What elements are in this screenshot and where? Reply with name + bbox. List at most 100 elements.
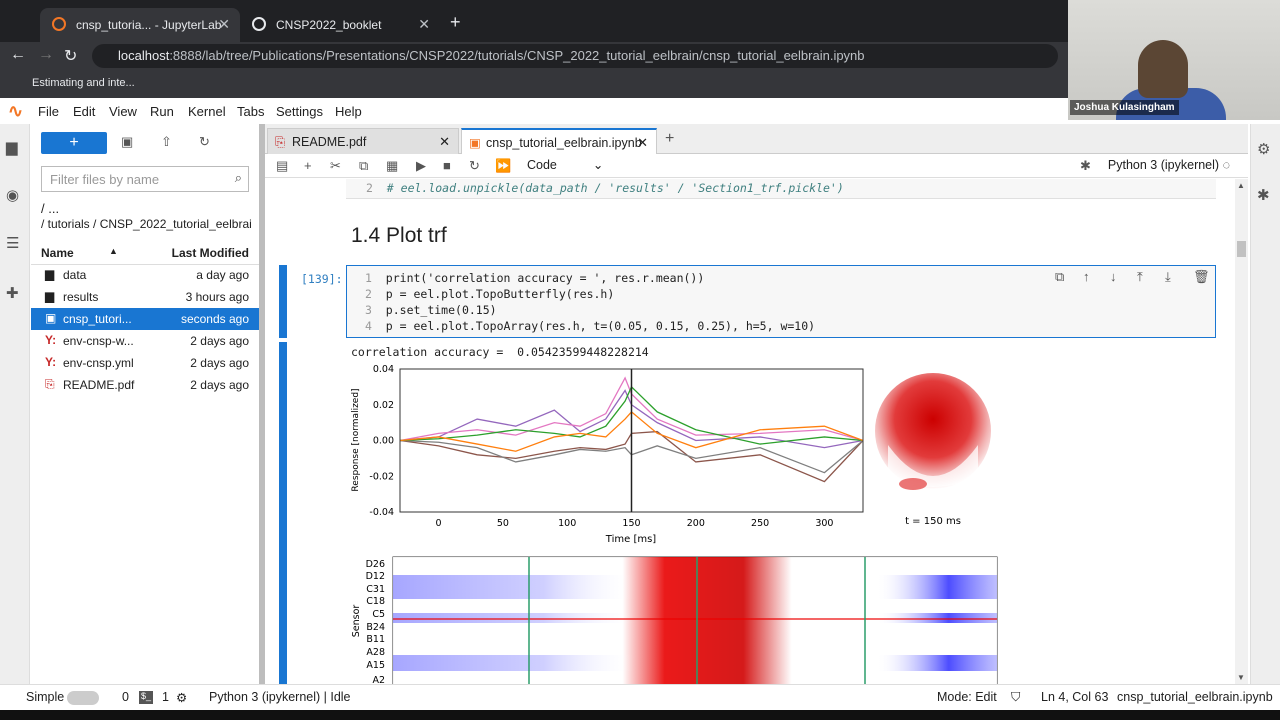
- url-field[interactable]: localhost:8888/lab/tree/Publications/Pre…: [92, 44, 1058, 68]
- terminal-count[interactable]: 0: [122, 690, 129, 704]
- x-tick-label: 150: [622, 518, 640, 529]
- menu-settings[interactable]: Settings: [276, 104, 323, 119]
- file-row-readme[interactable]: ⎘ README.pdf 2 days ago: [31, 374, 259, 396]
- close-tab-icon[interactable]: ✕: [637, 135, 648, 151]
- menu-kernel[interactable]: Kernel: [188, 104, 226, 119]
- restart-icon[interactable]: ↻: [469, 158, 480, 174]
- forward-icon[interactable]: →: [38, 46, 54, 64]
- col-modified-header[interactable]: Last Modified: [172, 246, 249, 260]
- browser-tab-bar: cnsp_tutoria... - JupyterLab ✕ CNSP2022_…: [0, 0, 1068, 42]
- x-tick-label: 50: [497, 518, 509, 529]
- edit-mode: Mode: Edit: [937, 690, 997, 704]
- breadcrumb-path[interactable]: / tutorials / CNSP_2022_tutorial_eelbrai: [41, 217, 256, 231]
- scrollbar-thumb[interactable]: [1237, 241, 1246, 257]
- active-cell-bar[interactable]: [279, 265, 287, 338]
- kernel-status-icon: ◌: [1222, 158, 1230, 172]
- vertical-scrollbar[interactable]: ▲ ▼: [1235, 179, 1248, 684]
- add-tab-icon[interactable]: +: [665, 130, 674, 148]
- save-icon[interactable]: ▤: [276, 158, 288, 174]
- previous-cell[interactable]: 2 # eel.load.unpickle(data_path / 'resul…: [346, 179, 1216, 199]
- globe-icon: [252, 17, 266, 31]
- kernel-icon[interactable]: ⚙: [176, 690, 187, 705]
- y-tick-label: 0.00: [373, 436, 394, 447]
- close-tab-icon[interactable]: ✕: [439, 134, 450, 150]
- file-modified: 2 days ago: [190, 334, 249, 348]
- browser-tab-jupyter[interactable]: cnsp_tutoria... - JupyterLab ✕: [40, 8, 240, 42]
- kernel-count[interactable]: 1: [162, 690, 169, 704]
- insert-below-icon[interactable]: ⤓: [1165, 269, 1171, 285]
- breadcrumb-root[interactable]: / ...: [41, 201, 59, 216]
- duplicate-cell-icon[interactable]: ⧉: [1055, 269, 1064, 285]
- line-number: 2: [365, 287, 372, 301]
- line-number: 4: [365, 319, 372, 333]
- paste-icon[interactable]: ▦: [386, 158, 398, 174]
- scroll-down-icon[interactable]: ▼: [1237, 673, 1245, 682]
- debugger-icon[interactable]: ✱: [1257, 186, 1275, 204]
- file-row-data[interactable]: ▆ data a day ago: [31, 264, 259, 286]
- menu-edit[interactable]: Edit: [73, 104, 95, 119]
- new-tab-icon[interactable]: +: [450, 12, 461, 33]
- topomap-time-label: t = 150 ms: [905, 516, 961, 527]
- new-folder-icon[interactable]: ▣: [121, 134, 133, 150]
- filter-files-input[interactable]: Filter files by name ⌕: [41, 166, 249, 192]
- y-tick-label: -0.02: [369, 471, 394, 482]
- menu-view[interactable]: View: [109, 104, 137, 119]
- menu-help[interactable]: Help: [335, 104, 362, 119]
- tab-notebook[interactable]: ▣ cnsp_tutorial_eelbrain.ipynb ✕: [461, 128, 657, 154]
- back-icon[interactable]: ←: [10, 46, 26, 64]
- file-modified: seconds ago: [180, 312, 249, 326]
- right-sidebar-strip: ⚙ ✱: [1250, 124, 1280, 684]
- file-name: env-cnsp.yml: [63, 356, 134, 370]
- cursor-position[interactable]: Ln 4, Col 63: [1041, 690, 1108, 704]
- sort-asc-icon[interactable]: ▲: [109, 246, 118, 256]
- file-row-env-w[interactable]: Y: env-cnsp-w... 2 days ago: [31, 330, 259, 352]
- notebook-toolbar: ▤ + ✂ ⧉ ▦ ▶ ■ ↻ ⏩ Code ⌄ ✱ Python 3 (ipyk…: [265, 154, 1248, 178]
- topomap: t = 150 ms: [875, 373, 991, 527]
- delete-cell-icon[interactable]: 🗑: [1193, 269, 1210, 285]
- move-down-icon[interactable]: ↓: [1110, 269, 1117, 284]
- extension-icon[interactable]: ✚: [6, 284, 24, 302]
- insert-cell-icon[interactable]: +: [304, 158, 312, 173]
- terminal-icon[interactable]: $_: [139, 691, 153, 704]
- file-row-notebook[interactable]: ▣ cnsp_tutori... seconds ago: [31, 308, 259, 330]
- file-row-results[interactable]: ▆ results 3 hours ago: [31, 286, 259, 308]
- menu-file[interactable]: File: [38, 104, 59, 119]
- close-tab-icon[interactable]: ✕: [418, 16, 430, 33]
- close-tab-icon[interactable]: ✕: [218, 16, 230, 33]
- copy-icon[interactable]: ⧉: [359, 158, 368, 174]
- run-icon[interactable]: ▶: [416, 158, 426, 174]
- output-collapser-bar[interactable]: [279, 342, 287, 684]
- kernel-status[interactable]: Python 3 (ipykernel) | Idle: [209, 690, 351, 704]
- kernel-indicator[interactable]: Python 3 (ipykernel) ◌: [1108, 158, 1230, 172]
- running-icon[interactable]: ◉: [6, 186, 24, 204]
- upload-icon[interactable]: ⇧: [161, 134, 172, 150]
- move-up-icon[interactable]: ↑: [1083, 269, 1090, 284]
- fast-forward-icon[interactable]: ⏩: [495, 158, 511, 174]
- cut-icon[interactable]: ✂: [330, 158, 341, 174]
- gear-icon[interactable]: ✱: [1080, 158, 1091, 174]
- browser-tab-booklet[interactable]: CNSP2022_booklet ✕: [240, 8, 440, 42]
- folder-icon[interactable]: ▆: [6, 138, 24, 156]
- code-cell-editor[interactable]: 1 print('correlation accuracy = ', res.r…: [346, 265, 1216, 338]
- col-name-header[interactable]: Name: [41, 246, 74, 260]
- property-inspector-icon[interactable]: ⚙: [1257, 140, 1275, 158]
- insert-above-icon[interactable]: ⤒: [1137, 269, 1143, 285]
- file-row-env-yml[interactable]: Y: env-cnsp.yml 2 days ago: [31, 352, 259, 374]
- toc-icon[interactable]: ☰: [6, 234, 24, 252]
- shield-icon[interactable]: ⛉: [1011, 690, 1020, 705]
- stop-icon[interactable]: ■: [443, 158, 451, 173]
- refresh-icon[interactable]: ↻: [199, 134, 210, 150]
- menu-tabs[interactable]: Tabs: [237, 104, 264, 119]
- file-name: data: [63, 268, 87, 282]
- new-launcher-button[interactable]: +: [41, 132, 107, 154]
- scroll-up-icon[interactable]: ▲: [1237, 181, 1245, 190]
- simple-mode-toggle[interactable]: [67, 691, 99, 705]
- file-modified: 3 hours ago: [185, 290, 249, 304]
- reload-icon[interactable]: ↻: [64, 46, 77, 66]
- bookmark-item[interactable]: Estimating and inte...: [32, 77, 135, 89]
- tab-readme[interactable]: ⎘ README.pdf ✕: [267, 128, 459, 154]
- webcam-person: [1138, 40, 1188, 98]
- sensor-axis-label: Sensor: [351, 605, 362, 638]
- menu-run[interactable]: Run: [150, 104, 174, 119]
- cell-type-select[interactable]: Code ⌄: [527, 157, 603, 172]
